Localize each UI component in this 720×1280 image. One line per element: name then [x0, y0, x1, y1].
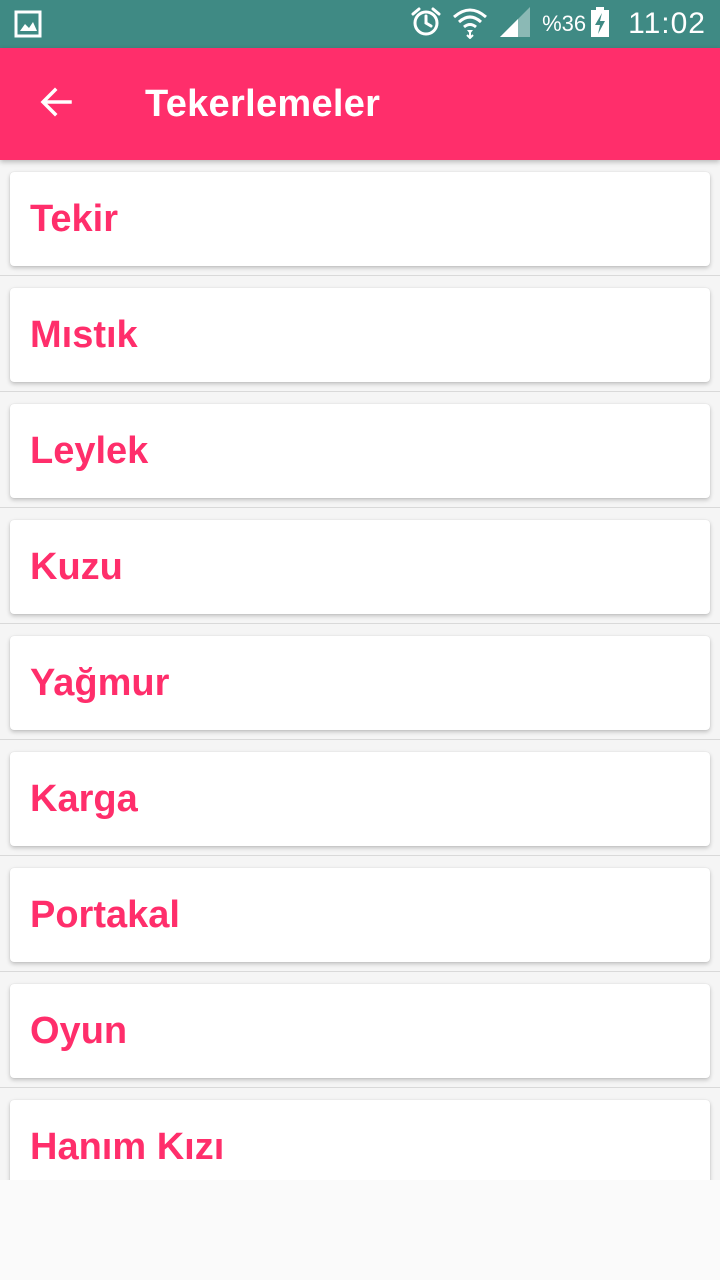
- list-item: Portakal: [0, 856, 720, 972]
- clock: 11:02: [628, 7, 706, 40]
- battery-charging-icon: [590, 6, 610, 43]
- list-item-card[interactable]: Leylek: [10, 404, 710, 498]
- list-item-card[interactable]: Yağmur: [10, 636, 710, 730]
- list-item-card[interactable]: Mıstık: [10, 288, 710, 382]
- arrow-back-icon: [38, 84, 74, 125]
- battery-percent: %36: [542, 11, 587, 36]
- list-item-card[interactable]: Oyun: [10, 984, 710, 1078]
- list-item: Yağmur: [0, 624, 720, 740]
- status-bar: %36 11:02: [0, 0, 720, 48]
- list-item-label: Kuzu: [30, 546, 123, 588]
- list-item: Oyun: [0, 972, 720, 1088]
- list-item-label: Mıstık: [30, 314, 138, 356]
- status-icons: %36 11:02: [410, 0, 706, 48]
- list-item-label: Hanım Kızı: [30, 1126, 225, 1168]
- list-item: Hanım Kızı: [0, 1088, 720, 1180]
- list-item-label: Yağmur: [30, 662, 170, 704]
- list-item-card[interactable]: Tekir: [10, 172, 710, 266]
- list-item-label: Portakal: [30, 894, 180, 936]
- list-item: Leylek: [0, 392, 720, 508]
- alarm-icon: [410, 6, 442, 43]
- list-item-label: Oyun: [30, 1010, 128, 1052]
- list-item: Karga: [0, 740, 720, 856]
- list-item-card[interactable]: Portakal: [10, 868, 710, 962]
- gallery-icon: [14, 10, 42, 38]
- list-item-card[interactable]: Hanım Kızı: [10, 1100, 710, 1180]
- list-item: Mıstık: [0, 276, 720, 392]
- list-item-label: Leylek: [30, 430, 149, 472]
- tongue-twister-list[interactable]: Tekir Mıstık Leylek Kuzu Yağmur Karga Po…: [0, 160, 720, 1180]
- list-item: Kuzu: [0, 508, 720, 624]
- list-item-label: Karga: [30, 778, 138, 820]
- app-bar: Tekerlemeler: [0, 48, 720, 160]
- list-item: Tekir: [0, 160, 720, 276]
- page-title: Tekerlemeler: [145, 83, 381, 125]
- list-item-label: Tekir: [30, 198, 119, 240]
- back-button[interactable]: [28, 76, 84, 132]
- bottom-area: [0, 1180, 720, 1280]
- wifi-icon: [452, 5, 488, 44]
- list-item-card[interactable]: Kuzu: [10, 520, 710, 614]
- signal-icon: [498, 5, 532, 44]
- list-item-card[interactable]: Karga: [10, 752, 710, 846]
